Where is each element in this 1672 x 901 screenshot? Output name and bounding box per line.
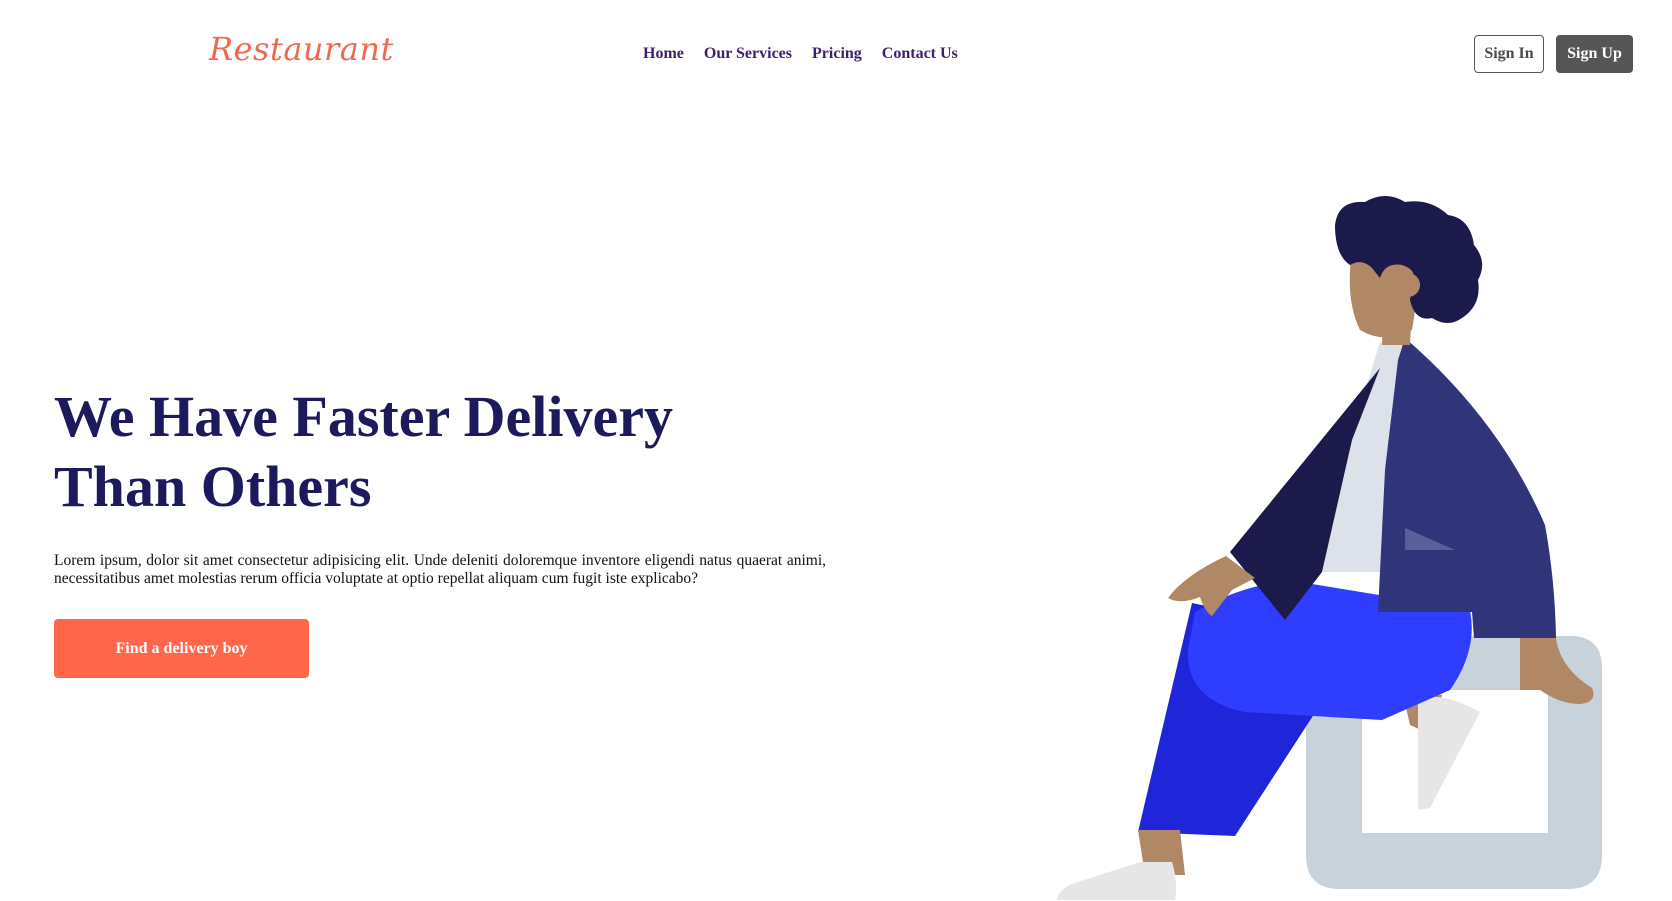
nav-contact-us[interactable]: Contact Us [882, 45, 958, 63]
nav-our-services[interactable]: Our Services [704, 45, 792, 63]
jacket-shape [1378, 338, 1556, 638]
sitting-person-illustration [1056, 196, 1602, 900]
main-nav: Home Our Services Pricing Contact Us [643, 45, 958, 63]
back-shoe-shape [1418, 696, 1480, 810]
front-shoe-shape [1056, 862, 1176, 900]
sign-up-button[interactable]: Sign Up [1556, 35, 1633, 73]
hero-title: We Have Faster Delivery Than Others [54, 382, 774, 522]
sign-in-button[interactable]: Sign In [1474, 35, 1544, 73]
hero-description: Lorem ipsum, dolor sit amet consectetur … [54, 552, 826, 587]
hero-title-line-1: We Have Faster Delivery [54, 384, 673, 449]
logo[interactable]: Restaurant [209, 30, 394, 68]
hero-title-line-2: Than Others [54, 454, 372, 519]
nav-home[interactable]: Home [643, 45, 684, 63]
find-delivery-boy-button[interactable]: Find a delivery boy [54, 619, 309, 678]
nav-pricing[interactable]: Pricing [812, 45, 862, 63]
ear-shape [1396, 273, 1420, 297]
